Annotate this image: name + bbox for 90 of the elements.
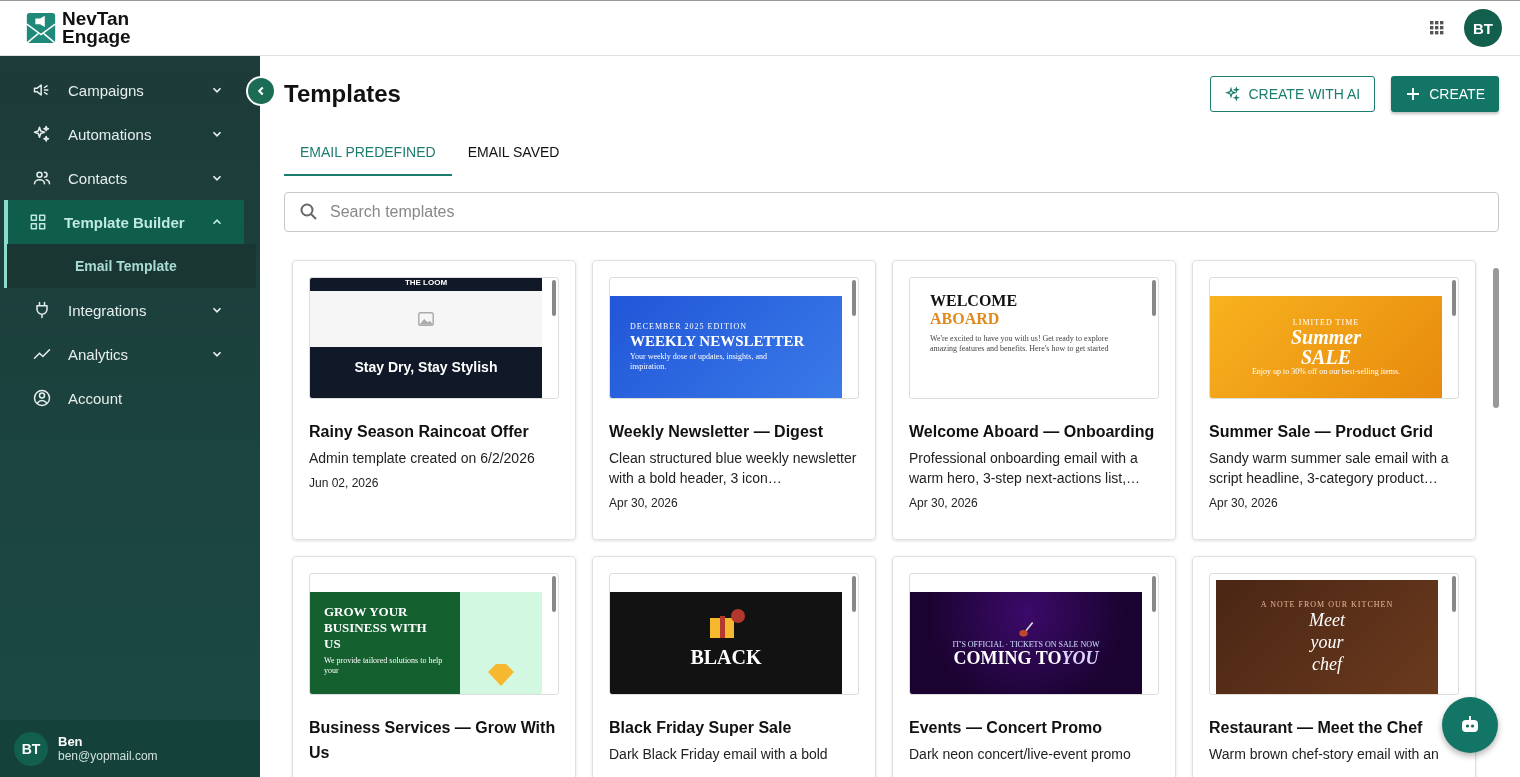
image-icon — [417, 310, 435, 328]
preview-kicker: IT'S OFFICIAL · TICKETS ON SALE NOW — [952, 639, 1100, 649]
template-description: Admin template created on 6/2/2026 — [309, 449, 536, 468]
template-card[interactable]: A NOTE FROM OUR KITCHEN Meet your chef Restaurant — Meet the Chef Warm brown chef-story email with an — [1192, 556, 1476, 777]
template-description: Dark Black Friday email with a bold — [609, 745, 829, 764]
nav-item[interactable]: Integrations — [0, 288, 244, 332]
preview-body: Your weekly dose of updates, insights, and inspiration. — [630, 352, 768, 372]
collapse-button[interactable] — [246, 76, 276, 106]
sparkles-icon — [1224, 86, 1241, 102]
template-title: Rainy Season Raincoat Offer — [309, 422, 530, 442]
create-with-ai-button[interactable]: CREATE WITH AI — [1209, 76, 1376, 112]
brand-name: Engage — [62, 28, 131, 46]
tab[interactable]: EMAIL PREDEFINED — [284, 130, 452, 176]
envelope-logo-icon — [24, 11, 58, 45]
preview-body: Enjoy up to 30% off on our best-selling items. — [1251, 366, 1401, 377]
preview-body: We're excited to have you with us! Get ready to explore amazing features and benefits. Here's how to get started — [930, 334, 1110, 354]
search-icon — [299, 202, 319, 222]
preview-kicker: DECEMBER 2025 EDITION — [630, 322, 747, 331]
nav-icon — [32, 124, 52, 144]
user-avatar: BT — [14, 731, 48, 766]
template-description: Professional onboarding email with a warm hero, 3-step next-actions list,… — [909, 449, 1142, 488]
preview-headline: Stay Dry, Stay Stylish — [354, 359, 498, 375]
template-card[interactable]: THE LOOM Stay Dry, Stay Stylish Rainy Season Raincoat Offer Admin template created on 6/2/2026 Jun 02, 2026 — [292, 260, 576, 540]
template-card[interactable] — [592, 260, 876, 540]
user-avatar[interactable]: BT — [1464, 9, 1502, 47]
preview-headline: BLACK — [690, 648, 762, 666]
scrollbar — [552, 576, 556, 612]
nav-label: Account — [68, 389, 124, 407]
search-field[interactable]: Search templates — [284, 192, 1499, 232]
scrollbar — [852, 576, 856, 612]
scrollbar — [1452, 576, 1456, 612]
preview-headline: Meet your chef — [1308, 608, 1347, 675]
template-title: Weekly Newsletter — Digest — [609, 422, 824, 442]
nav-label: Campaigns — [68, 81, 145, 99]
template-card[interactable]: GROW YOUR BUSINESS WITH US We provide tailored solutions to help your Business Services — Grow With Us — [292, 556, 576, 777]
scrollbar — [852, 280, 856, 316]
nav-icon — [32, 388, 52, 408]
preview-headline: COMING TOYOU — [953, 648, 1099, 667]
nav-item[interactable]: Contacts — [0, 156, 244, 200]
nav-label: Analytics — [68, 345, 130, 363]
plus-icon — [1405, 86, 1422, 102]
preview-body: We provide tailored solutions to help your — [324, 656, 444, 676]
nav-item[interactable]: Campaigns — [0, 68, 244, 112]
scrollbar — [1452, 280, 1456, 316]
scrollbar — [1152, 576, 1156, 612]
template-description: Dark neon concert/live-event promo — [909, 745, 1132, 764]
nav-item[interactable]: Template Builder — [4, 200, 244, 244]
user-name: Ben — [58, 734, 84, 749]
template-description: Clean structured blue weekly newsletter with a bold header, 3 icon… — [609, 449, 858, 488]
template-description: Sandy warm summer sale email with a script headline, 3-category product… — [1209, 449, 1450, 488]
preview-kicker: THE LOOM — [404, 278, 448, 287]
nav-icon — [28, 212, 48, 232]
nav-label: Automations — [68, 125, 153, 143]
template-title: Welcome Aboard — Onboarding — [909, 422, 1156, 442]
template-title: Restaurant — Meet the Chef — [1209, 718, 1424, 738]
template-date: Jun 02, 2026 — [309, 476, 380, 490]
nav-item[interactable]: Analytics — [0, 332, 244, 376]
chatbot-button[interactable] — [1442, 697, 1498, 753]
nav-icon — [32, 168, 52, 188]
template-card[interactable]: IT'S OFFICIAL · TICKETS ON SALE NOW COMING TOYOU Events — Concert Promo Dark neon concert/live-event promo — [892, 556, 1176, 777]
create-button[interactable]: CREATE — [1391, 76, 1499, 112]
scrollbar — [552, 280, 556, 316]
template-description: Warm brown chef-story email with an — [1209, 745, 1440, 764]
template-date: Apr 30, 2026 — [909, 496, 979, 510]
nav-label: Template Builder — [64, 213, 186, 231]
nav-label: Integrations — [68, 301, 148, 319]
brand-name: NevTan — [62, 10, 131, 28]
user-email: ben@yopmail.com — [58, 749, 158, 763]
nav-item[interactable]: Automations — [0, 112, 244, 156]
tab[interactable]: EMAIL SAVED — [451, 130, 576, 176]
preview-headline: Summer SALE — [1290, 326, 1362, 367]
template-title: Summer Sale — Product Grid — [1209, 422, 1435, 442]
preview-kicker: A NOTE FROM OUR KITCHEN — [1260, 599, 1394, 609]
preview-headline: WEEKLY NEWSLETTER — [630, 333, 805, 350]
preview-headline: GROW YOUR BUSINESS WITH US — [324, 604, 428, 652]
apps-grid-icon[interactable] — [1430, 21, 1444, 35]
preview-headline: WELCOME — [930, 292, 1018, 310]
template-card[interactable]: BLACK Black Friday Super Sale Dark Black Friday email with a bold — [592, 556, 876, 777]
template-date: Apr 30, 2026 — [609, 496, 679, 510]
nav-item[interactable]: Account — [0, 376, 244, 420]
template-title: Black Friday Super Sale — [609, 718, 793, 738]
preview-kicker: LIMITED TIME — [1292, 317, 1360, 327]
nav-label: Contacts — [68, 169, 129, 187]
scrollbar — [1152, 280, 1156, 316]
template-date: Apr 30, 2026 — [1209, 496, 1279, 510]
preview-headline: ABOARD — [930, 310, 1000, 328]
template-card[interactable]: LIMITED TIME Summer SALE Enjoy up to 30% off on our best-selling items. Summer Sale — Product Grid Sandy warm summer sale email with a script headline, 3-category product… Apr 30, 2026 — [1192, 260, 1476, 540]
template-title: Events — Concert Promo — [909, 718, 1103, 738]
template-title: Business Services — Grow With Us — [309, 718, 557, 763]
template-card[interactable] — [892, 260, 1176, 540]
